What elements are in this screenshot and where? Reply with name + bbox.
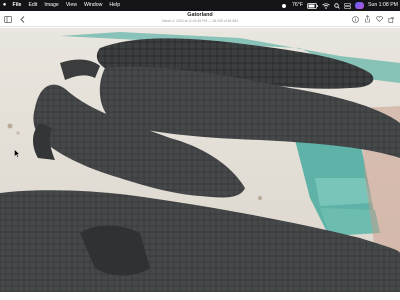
alligator-photo xyxy=(0,28,400,292)
menu-bar-clock[interactable]: Sun 1:08 PM xyxy=(368,0,398,11)
battery-icon[interactable] xyxy=(307,2,318,9)
menu-window[interactable]: Window xyxy=(80,0,105,11)
rotate-icon[interactable] xyxy=(388,14,395,24)
menu-file[interactable]: File xyxy=(9,0,25,11)
search-icon[interactable] xyxy=(334,2,340,9)
sidebar-icon[interactable] xyxy=(4,14,12,24)
photo-view[interactable] xyxy=(0,28,400,292)
heart-icon[interactable] xyxy=(376,14,383,24)
mouse-cursor-icon xyxy=(14,145,20,163)
menu-view[interactable]: View xyxy=(62,0,80,11)
document-subtitle: March 3, 2024 at 11:04:49 PM — 84,008 of… xyxy=(161,19,239,23)
menu-bar-status-area: 76°F Sun 1:08 PM xyxy=(281,0,398,11)
window-bottom-edge xyxy=(0,292,400,300)
apple-logo-icon[interactable]: ● xyxy=(0,0,9,11)
menu-image[interactable]: Image xyxy=(41,0,62,11)
control-center-icon[interactable] xyxy=(344,2,351,9)
menu-help[interactable]: Help xyxy=(106,0,124,11)
share-icon[interactable] xyxy=(364,14,371,24)
menu-bar: ● File Edit Image View Window Help 76°F … xyxy=(0,0,400,11)
weather-icon[interactable] xyxy=(281,3,288,9)
wifi-icon[interactable] xyxy=(322,2,330,9)
siri-icon[interactable] xyxy=(355,2,364,9)
title-area: Gatorland March 3, 2024 at 11:04:49 PM —… xyxy=(140,12,260,24)
temperature-text[interactable]: 76°F xyxy=(292,0,303,11)
menu-edit[interactable]: Edit xyxy=(25,0,41,11)
info-icon[interactable] xyxy=(352,14,359,24)
document-title: Gatorland xyxy=(187,12,213,18)
window-toolbar: Gatorland March 3, 2024 at 11:04:49 PM —… xyxy=(0,11,400,27)
back-chevron-icon[interactable] xyxy=(19,14,25,24)
